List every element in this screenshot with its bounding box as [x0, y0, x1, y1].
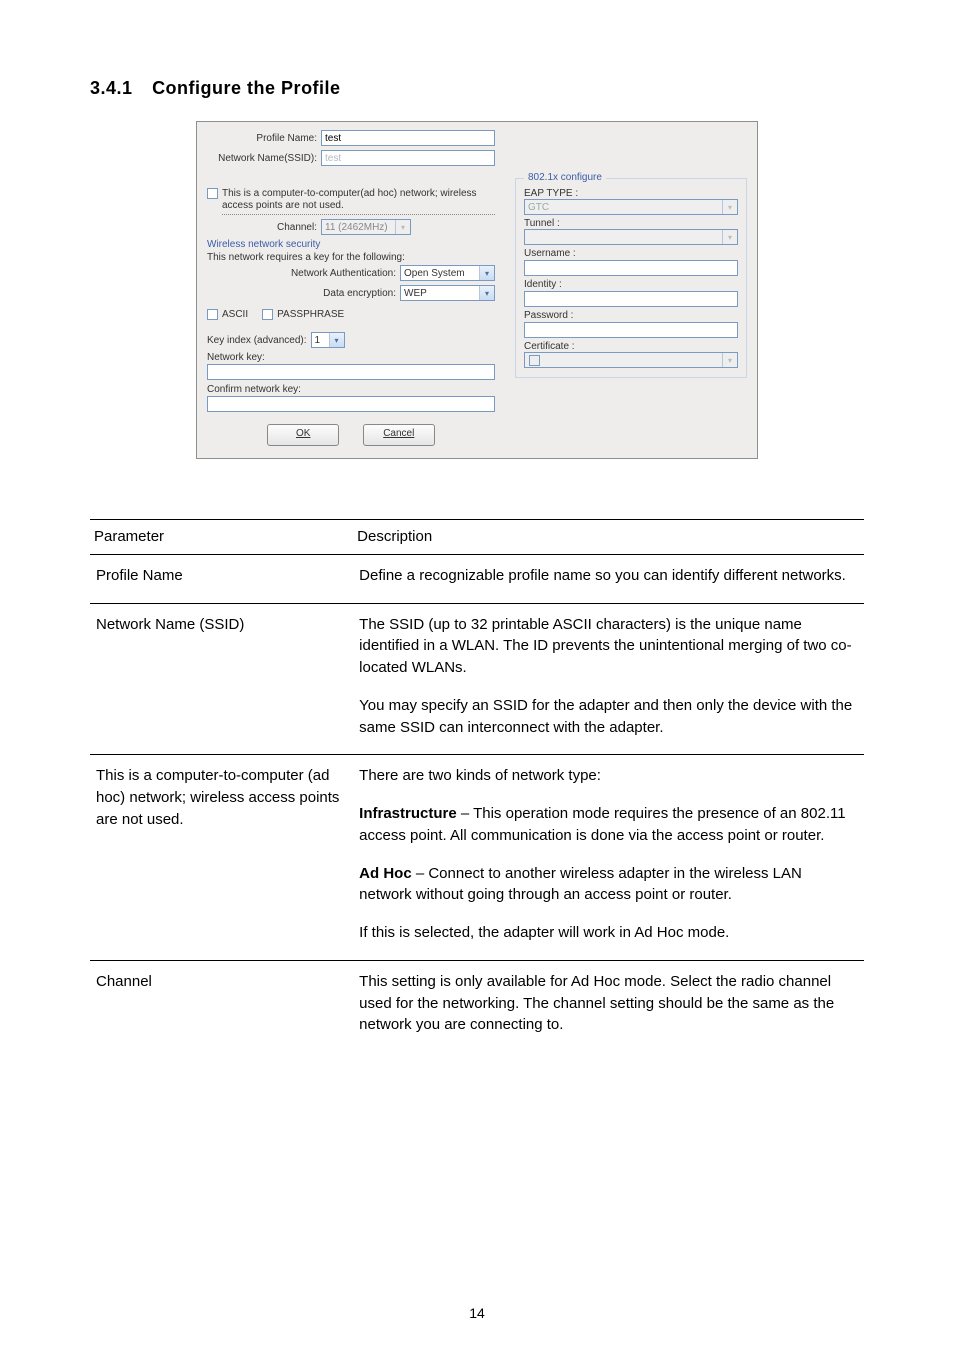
cancel-button[interactable]: Cancel: [363, 424, 435, 446]
col-header-description: Description: [353, 520, 864, 555]
data-enc-value: WEP: [404, 288, 479, 299]
identity-input[interactable]: [524, 291, 738, 307]
ascii-label: ASCII: [222, 309, 248, 320]
chevron-down-icon: ▾: [479, 266, 494, 280]
section-title-text: Configure the Profile: [152, 78, 341, 98]
password-label: Password :: [524, 310, 738, 321]
parameter-cell: Profile Name: [90, 554, 353, 603]
parameter-cell: Network Name (SSID): [90, 603, 353, 755]
confirm-key-label: Confirm network key:: [207, 384, 495, 395]
description-paragraph: Infrastructure – This operation mode req…: [359, 803, 858, 847]
net-auth-value: Open System: [404, 268, 479, 279]
table-row: ChannelThis setting is only available fo…: [90, 960, 864, 1052]
description-paragraph: This setting is only available for Ad Ho…: [359, 971, 858, 1036]
channel-value: 11 (2462MHz): [325, 222, 395, 233]
description-paragraph: You may specify an SSID for the adapter …: [359, 695, 858, 739]
section-number: 3.4.1: [90, 78, 133, 98]
description-cell: There are two kinds of network type: Infr…: [353, 755, 864, 961]
chevron-down-icon: ▾: [395, 220, 410, 234]
key-index-value: 1: [315, 335, 329, 346]
section-heading: 3.4.1 Configure the Profile: [90, 78, 864, 99]
description-paragraph: If this is selected, the adapter will wo…: [359, 922, 858, 944]
network-key-input[interactable]: [207, 364, 495, 380]
table-row: Profile Name Define a recognizable profil…: [90, 554, 864, 603]
adhoc-label: This is a computer-to-computer(ad hoc) n…: [222, 188, 495, 215]
password-input[interactable]: [524, 322, 738, 338]
data-enc-select[interactable]: WEP ▾: [400, 285, 495, 301]
ssid-label: Network Name(SSID):: [207, 153, 321, 164]
parameter-table: Parameter Description Profile Name Define…: [90, 519, 864, 1052]
network-key-label: Network key:: [207, 352, 495, 363]
adhoc-checkbox[interactable]: [207, 188, 218, 199]
key-index-select[interactable]: 1 ▾: [311, 332, 345, 348]
chevron-down-icon: ▾: [722, 200, 737, 214]
chevron-down-icon: ▾: [722, 230, 737, 244]
confirm-key-input[interactable]: [207, 396, 495, 412]
description-cell: This setting is only available for Ad Ho…: [353, 960, 864, 1052]
description-paragraph: The SSID (up to 32 printable ASCII chara…: [359, 614, 858, 679]
page-number: 14: [0, 1305, 954, 1321]
table-row: Network Name (SSID)The SSID (up to 32 pr…: [90, 603, 864, 755]
channel-select[interactable]: 11 (2462MHz) ▾: [321, 219, 411, 235]
net-auth-label: Network Authentication:: [207, 268, 400, 279]
eap-type-value: GTC: [528, 202, 722, 213]
tunnel-select[interactable]: ▾: [524, 229, 738, 245]
identity-label: Identity :: [524, 279, 738, 290]
parameter-cell: This is a computer-to-computer (ad hoc) …: [90, 755, 353, 961]
description-cell: The SSID (up to 32 printable ASCII chara…: [353, 603, 864, 755]
security-subtext: This network requires a key for the foll…: [207, 252, 495, 263]
chevron-down-icon: ▾: [722, 353, 737, 367]
description-paragraph: There are two kinds of network type:: [359, 765, 858, 787]
net-auth-select[interactable]: Open System ▾: [400, 265, 495, 281]
data-enc-label: Data encryption:: [207, 288, 400, 299]
description-cell: Define a recognizable profile name so yo…: [353, 554, 864, 603]
eap-type-label: EAP TYPE :: [524, 188, 738, 199]
table-row: This is a computer-to-computer (ad hoc) …: [90, 755, 864, 961]
wireless-security-heading: Wireless network security: [207, 239, 495, 250]
profile-config-dialog: Profile Name: Network Name(SSID): This i…: [196, 121, 758, 459]
chevron-down-icon: ▾: [329, 333, 344, 347]
username-label: Username :: [524, 248, 738, 259]
username-input[interactable]: [524, 260, 738, 276]
col-header-parameter: Parameter: [90, 520, 353, 555]
parameter-cell: Channel: [90, 960, 353, 1052]
profile-name-input[interactable]: [321, 130, 495, 146]
channel-label: Channel:: [207, 222, 321, 233]
certificate-checkbox[interactable]: [529, 355, 540, 366]
ascii-checkbox[interactable]: [207, 309, 218, 320]
certificate-select[interactable]: ▾: [524, 352, 738, 368]
profile-name-label: Profile Name:: [207, 133, 321, 144]
ok-button[interactable]: OK: [267, 424, 339, 446]
passphrase-label: PASSPHRASE: [277, 309, 344, 320]
key-index-label: Key index (advanced):: [207, 335, 307, 346]
ssid-input[interactable]: [321, 150, 495, 166]
description-paragraph: Define a recognizable profile name so yo…: [359, 565, 858, 587]
passphrase-checkbox[interactable]: [262, 309, 273, 320]
chevron-down-icon: ▾: [479, 286, 494, 300]
8021x-group-legend: 802.1x configure: [524, 172, 606, 183]
tunnel-label: Tunnel :: [524, 218, 738, 229]
eap-type-select[interactable]: GTC ▾: [524, 199, 738, 215]
description-paragraph: Ad Hoc – Connect to another wireless ada…: [359, 863, 858, 907]
certificate-label: Certificate :: [524, 341, 738, 352]
